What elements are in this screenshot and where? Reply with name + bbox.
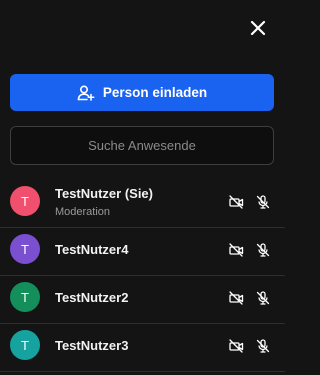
close-button[interactable] xyxy=(247,17,269,39)
search-field[interactable] xyxy=(10,126,274,165)
add-person-icon xyxy=(77,84,95,101)
participant-row[interactable]: T TestNutzer3 xyxy=(0,324,285,372)
search-input[interactable] xyxy=(11,137,273,154)
mic-off-button[interactable] xyxy=(255,290,271,306)
mic-off-icon xyxy=(256,291,270,305)
avatar: T xyxy=(10,234,40,264)
camera-off-button[interactable] xyxy=(228,194,244,210)
camera-off-icon xyxy=(229,195,244,209)
camera-off-icon xyxy=(229,243,244,257)
avatar: T xyxy=(10,330,40,360)
avatar: T xyxy=(10,186,40,216)
mic-off-button[interactable] xyxy=(255,338,271,354)
invite-person-label: Person einladen xyxy=(102,85,208,100)
avatar: T xyxy=(10,282,40,312)
camera-off-button[interactable] xyxy=(228,290,244,306)
mic-off-icon xyxy=(256,243,270,257)
participant-name: TestNutzer (Sie) xyxy=(55,186,153,201)
invite-person-button[interactable]: Person einladen xyxy=(10,74,274,111)
avatar-initial: T xyxy=(21,337,29,353)
mic-off-button[interactable] xyxy=(255,194,271,210)
camera-off-icon xyxy=(229,339,244,353)
avatar-initial: T xyxy=(21,241,29,257)
participant-name: TestNutzer4 xyxy=(55,242,129,257)
close-icon[interactable] xyxy=(247,17,269,39)
camera-off-button[interactable] xyxy=(228,242,244,258)
participant-row[interactable]: T TestNutzer (Sie) Moderation xyxy=(0,180,285,228)
mic-off-icon xyxy=(256,195,270,209)
camera-off-button[interactable] xyxy=(228,338,244,354)
participant-name: TestNutzer2 xyxy=(55,290,129,305)
participant-row[interactable]: T TestNutzer4 xyxy=(0,228,285,276)
mic-off-button[interactable] xyxy=(255,242,271,258)
camera-off-icon xyxy=(229,291,244,305)
participant-row[interactable]: T TestNutzer2 xyxy=(0,276,285,324)
participant-name: TestNutzer3 xyxy=(55,338,129,353)
avatar-initial: T xyxy=(21,193,29,209)
participant-list: T TestNutzer (Sie) Moderation T TestNutz… xyxy=(0,180,285,372)
mic-off-icon xyxy=(256,339,270,353)
avatar-initial: T xyxy=(21,289,29,305)
participant-role: Moderation xyxy=(55,206,111,218)
